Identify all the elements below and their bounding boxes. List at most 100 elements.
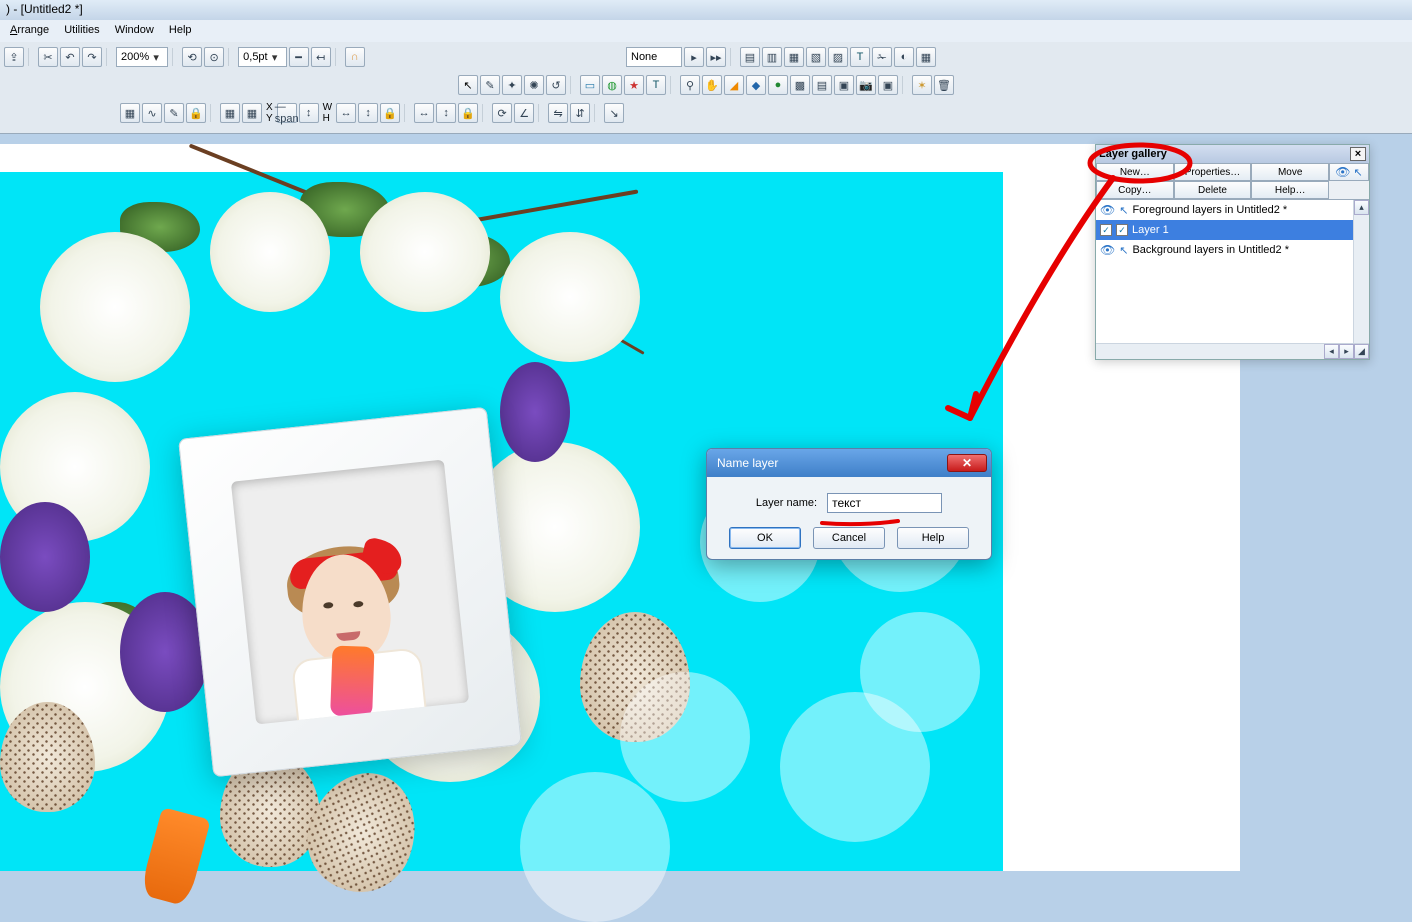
swatch-icon[interactable]: ▩	[790, 75, 810, 95]
cut-icon[interactable]: ✂	[38, 47, 58, 67]
menu-utilities[interactable]: Utilities	[58, 23, 105, 37]
play-icon[interactable]: ▸	[684, 47, 704, 67]
type-icon[interactable]: T	[646, 75, 666, 95]
globe-icon[interactable]: ◍	[602, 75, 622, 95]
wand-icon[interactable]: ✦	[502, 75, 522, 95]
toolbar-row-1: ⇪ ✂ ↶ ↷ 200%▾ ⟲ ⊙ 0,5pt▾ ━ ↤ ∩ None ▸ ▸▸…	[0, 44, 1412, 70]
layer-gallery-titlebar[interactable]: Layer gallery ×	[1096, 145, 1369, 163]
y-val-icon[interactable]: ↕	[299, 103, 319, 123]
align-4-icon[interactable]: ▧	[806, 47, 826, 67]
annotation-underline	[820, 517, 900, 527]
eye-icon[interactable]: 👁	[1100, 203, 1115, 217]
book-icon[interactable]: ▤	[812, 75, 832, 95]
undo-icon[interactable]: ↶	[60, 47, 80, 67]
zoom-prev-icon[interactable]: ⟲	[182, 47, 202, 67]
blend-icon[interactable]: ◆	[746, 75, 766, 95]
measure-a-icon[interactable]: ▦	[220, 103, 240, 123]
hand-icon[interactable]: ✋	[702, 75, 722, 95]
skew-icon[interactable]: ↘	[604, 103, 624, 123]
scissors-icon[interactable]: ✁	[872, 47, 892, 67]
select-tool-icon[interactable]: ↖	[458, 75, 478, 95]
layer-gallery-resize-bar[interactable]: ◂ ▸ ◢	[1096, 343, 1369, 359]
lock-scale-icon[interactable]: 🔒	[458, 103, 478, 123]
stroke-width-select[interactable]: 0,5pt▾	[238, 47, 286, 67]
grid-icon[interactable]: ▦	[916, 47, 936, 67]
fill-none-select[interactable]: None	[626, 47, 682, 67]
lock-ratio-icon[interactable]: 🔒	[380, 103, 400, 123]
align-2-icon[interactable]: ▥	[762, 47, 782, 67]
brush-icon[interactable]: ✎	[480, 75, 500, 95]
layer-group-foreground[interactable]: 👁 ↖ Foreground layers in Untitled2 *	[1096, 200, 1369, 220]
marquee-icon[interactable]: ▦	[120, 103, 140, 123]
star-icon[interactable]: ★	[624, 75, 644, 95]
layer-group-background[interactable]: 👁 ↖ Background layers in Untitled2 *	[1096, 240, 1369, 260]
w-val-icon[interactable]: ↔	[336, 103, 356, 123]
export-icon[interactable]: ⇪	[4, 47, 24, 67]
lg-toggle-icons[interactable]: 👁 ↖	[1329, 163, 1369, 181]
pin-icon[interactable]: ✎	[164, 103, 184, 123]
lg-delete-button[interactable]: Delete	[1174, 181, 1252, 199]
zoom-fit-icon[interactable]: ⊙	[204, 47, 224, 67]
circle-icon[interactable]: ●	[768, 75, 788, 95]
lg-new-button[interactable]: New…	[1096, 163, 1174, 181]
bucket-icon[interactable]: ◢	[724, 75, 744, 95]
lg-move-button[interactable]: Move	[1251, 163, 1329, 181]
warp-icon[interactable]: ◐	[894, 47, 914, 67]
zoom-select[interactable]: 200%▾	[116, 47, 168, 67]
layer-list-scrollbar[interactable]: ▴ ▾	[1353, 200, 1369, 359]
redo-icon[interactable]: ↷	[82, 47, 102, 67]
eye-icon[interactable]: 👁	[1100, 243, 1115, 257]
help-button[interactable]: Help	[897, 527, 969, 549]
arrow-style-icon[interactable]: ↤	[311, 47, 331, 67]
lg-properties-button[interactable]: Properties…	[1174, 163, 1252, 181]
scroll-left-icon[interactable]: ◂	[1324, 344, 1339, 359]
rotate-icon[interactable]: ⟳	[492, 103, 512, 123]
fast-icon[interactable]: ▸▸	[706, 47, 726, 67]
layer-name-input[interactable]	[827, 493, 942, 513]
render-icon[interactable]: ✺	[524, 75, 544, 95]
checkbox-editable[interactable]: ✓	[1116, 224, 1128, 236]
scroll-right-icon[interactable]: ▸	[1339, 344, 1354, 359]
dialog-close-button[interactable]: ✕	[947, 454, 987, 472]
angle-icon[interactable]: ∠	[514, 103, 534, 123]
rect-shape-icon[interactable]: ▭	[580, 75, 600, 95]
curve-icon[interactable]: ∿	[142, 103, 162, 123]
menu-help[interactable]: Help	[163, 23, 198, 37]
close-icon[interactable]: ×	[1350, 147, 1366, 161]
camera-icon[interactable]: 📷	[856, 75, 876, 95]
scroll-up-icon[interactable]: ▴	[1354, 200, 1369, 215]
dialog-titlebar[interactable]: Name layer ✕	[707, 449, 991, 477]
align-5-icon[interactable]: ▨	[828, 47, 848, 67]
lock-icon[interactable]: 🔒	[186, 103, 206, 123]
menu-window[interactable]: Window	[109, 23, 160, 37]
pointer-icon[interactable]: ↖	[1119, 244, 1128, 257]
layer-label: Background layers in Untitled2 *	[1132, 244, 1289, 256]
scale-x-icon[interactable]: ↔	[414, 103, 434, 123]
pointer-icon[interactable]: ↖	[1119, 204, 1128, 217]
line-style-icon[interactable]: ━	[289, 47, 309, 67]
measure-b-icon[interactable]: ▦	[242, 103, 262, 123]
resize-grip-icon[interactable]: ◢	[1354, 344, 1369, 359]
flip-h-icon[interactable]: ⇋	[548, 103, 568, 123]
text-tool-icon[interactable]: T	[850, 47, 870, 67]
lg-copy-button[interactable]: Copy…	[1096, 181, 1174, 199]
align-1-icon[interactable]: ▤	[740, 47, 760, 67]
lg-help-button[interactable]: Help…	[1251, 181, 1329, 199]
h-val-icon[interactable]: ↕	[358, 103, 378, 123]
cancel-button[interactable]: Cancel	[813, 527, 885, 549]
star2-icon[interactable]: ✶	[912, 75, 932, 95]
layer-row-layer1[interactable]: ✓ ✓ Layer 1	[1096, 220, 1369, 240]
scale-y-icon[interactable]: ↕	[436, 103, 456, 123]
bin-icon[interactable]: 🗑	[934, 75, 954, 95]
photo2-icon[interactable]: ▣	[878, 75, 898, 95]
link-icon[interactable]: ⚲	[680, 75, 700, 95]
replace-icon[interactable]: ↺	[546, 75, 566, 95]
align-3-icon[interactable]: ▦	[784, 47, 804, 67]
photo1-icon[interactable]: ▣	[834, 75, 854, 95]
menu-arrange[interactable]: Arrange	[4, 23, 55, 37]
magnet-snap-icon[interactable]: ∩	[345, 47, 365, 67]
x-val-icon[interactable]: —span	[277, 103, 297, 123]
flip-v-icon[interactable]: ⇵	[570, 103, 590, 123]
ok-button[interactable]: OK	[729, 527, 801, 549]
checkbox-visible[interactable]: ✓	[1100, 224, 1112, 236]
